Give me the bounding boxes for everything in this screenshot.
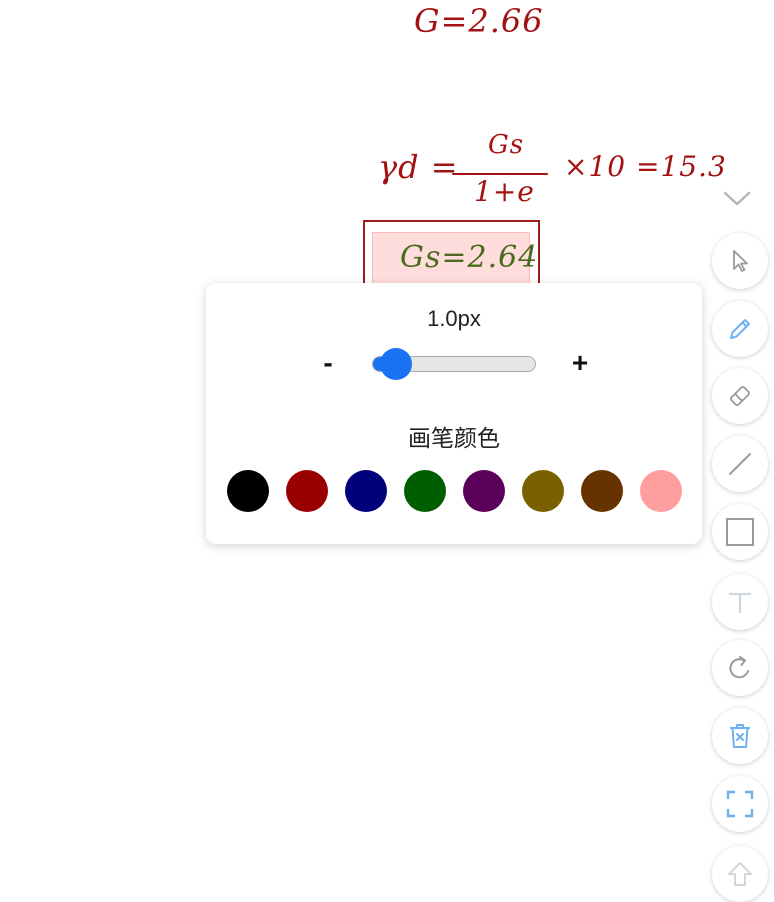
rotate-icon <box>729 656 749 679</box>
upload-tool-button[interactable] <box>712 846 768 902</box>
rectangle-icon <box>726 518 754 546</box>
handwriting-gamma-d: γd = <box>378 148 459 186</box>
text-icon <box>729 592 751 613</box>
eraser-icon <box>730 386 750 406</box>
line-icon <box>729 453 751 475</box>
highlighted-handwriting: Gs=2.64 <box>400 240 539 275</box>
color-swatch-7[interactable] <box>581 470 623 512</box>
upload-arrow-icon <box>728 862 752 886</box>
handwriting-line-1: G=2.66 <box>414 2 544 40</box>
color-swatch-4[interactable] <box>404 470 446 512</box>
handwriting-denominator: 1+e <box>474 175 535 208</box>
undo-tool-button[interactable] <box>712 640 768 696</box>
color-swatch-6[interactable] <box>522 470 564 512</box>
color-swatch-8[interactable] <box>640 470 682 512</box>
slider-thumb[interactable] <box>380 348 412 380</box>
increase-width-button[interactable]: + <box>565 345 595 381</box>
handwriting-result: ×10 =15.3 <box>564 150 727 183</box>
pencil-icon <box>730 319 750 339</box>
color-swatch-1[interactable] <box>227 470 269 512</box>
pen-width-value: 1.0px <box>427 306 481 331</box>
pen-tool-button[interactable] <box>712 301 768 357</box>
fullscreen-tool-button[interactable] <box>712 776 768 832</box>
clear-tool-button[interactable] <box>712 708 768 764</box>
select-tool-button[interactable] <box>712 233 768 289</box>
chevron-down-icon[interactable] <box>722 188 752 210</box>
pen-color-label: 画笔颜色 <box>408 426 500 452</box>
line-tool-button[interactable] <box>712 436 768 492</box>
color-swatch-2[interactable] <box>286 470 328 512</box>
fullscreen-icon <box>726 790 754 818</box>
rectangle-tool-button[interactable] <box>712 504 768 560</box>
pen-settings-panel: 1.0px - + 画笔颜色 <box>206 283 702 544</box>
pointer-icon <box>733 250 748 272</box>
text-tool-button[interactable] <box>712 574 768 630</box>
trash-icon <box>730 724 750 748</box>
handwriting-numerator: Gs <box>488 130 525 160</box>
decrease-width-button[interactable]: - <box>313 345 343 381</box>
color-swatch-5[interactable] <box>463 470 505 512</box>
eraser-tool-button[interactable] <box>712 368 768 424</box>
color-swatch-3[interactable] <box>345 470 387 512</box>
color-swatches <box>227 470 699 512</box>
